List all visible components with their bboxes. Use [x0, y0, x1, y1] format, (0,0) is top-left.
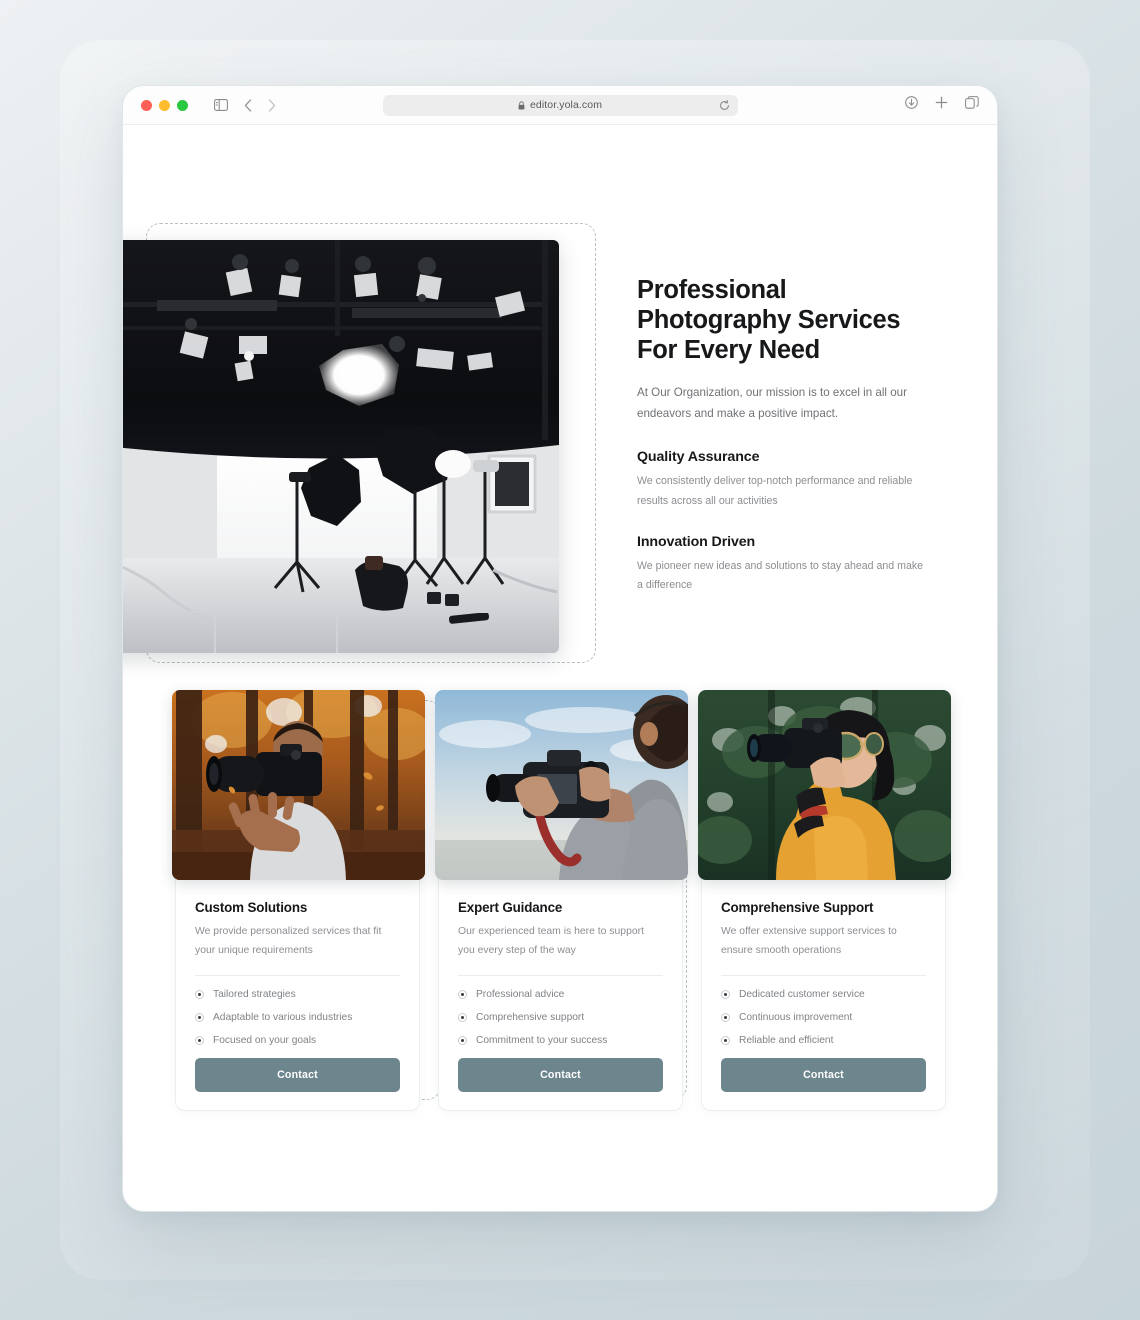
- feature-body: We consistently deliver top-notch perfor…: [637, 475, 913, 508]
- bullet-dot-icon: [458, 1036, 467, 1046]
- card-title: Expert Guidance: [458, 900, 563, 915]
- card-description: Our experienced team is here to support …: [458, 926, 644, 956]
- card-bullet-list: Professional advice Comprehensive suppor…: [458, 989, 663, 1046]
- feature-innovation-driven: Innovation Driven We pioneer new ideas a…: [637, 533, 924, 596]
- feature-body: We pioneer new ideas and solutions to st…: [637, 559, 924, 592]
- card-image-autumn-photographer: [172, 690, 425, 880]
- card-expert-guidance[interactable]: Expert Guidance Our experienced team is …: [435, 690, 688, 1112]
- card-divider: [458, 975, 663, 977]
- bullet-dot-icon: [458, 1013, 467, 1023]
- card-bullet-list: Tailored strategies Adaptable to various…: [195, 989, 400, 1046]
- copy-tabs-icon[interactable]: [965, 96, 979, 114]
- list-item: Comprehensive support: [458, 1012, 663, 1023]
- sidebar-toggle-icon[interactable]: [214, 99, 228, 111]
- card-description: We offer extensive support services to e…: [721, 926, 897, 956]
- list-item: Dedicated customer service: [721, 989, 926, 1000]
- list-item: Adaptable to various industries: [195, 1012, 400, 1023]
- close-window-button[interactable]: [141, 99, 152, 111]
- bullet-label: Professional advice: [476, 989, 565, 1001]
- plus-icon[interactable]: [935, 96, 948, 114]
- minimize-window-button[interactable]: [159, 99, 170, 111]
- list-item: Tailored strategies: [195, 989, 400, 1000]
- card-comprehensive-support[interactable]: Comprehensive Support We offer extensive…: [698, 690, 951, 1112]
- feature-title: Quality Assurance: [637, 449, 760, 466]
- reload-icon[interactable]: [719, 99, 730, 111]
- bullet-label: Continuous improvement: [739, 1012, 853, 1024]
- card-title: Comprehensive Support: [721, 900, 874, 915]
- contact-button[interactable]: Contact: [195, 1058, 400, 1093]
- bullet-dot-icon: [721, 1013, 730, 1023]
- card-title: Custom Solutions: [195, 900, 308, 915]
- bullet-label: Tailored strategies: [213, 989, 296, 1001]
- bullet-label: Reliable and efficient: [739, 1035, 834, 1047]
- card-image-woman-photographer: [698, 690, 951, 880]
- contact-button[interactable]: Contact: [458, 1058, 663, 1093]
- feature-quality-assurance: Quality Assurance We consistently delive…: [637, 449, 922, 511]
- bullet-label: Adaptable to various industries: [213, 1012, 353, 1024]
- feature-title: Innovation Driven: [637, 533, 756, 550]
- hero-subtitle: At Our Organization, our mission is to e…: [637, 386, 907, 421]
- list-item: Focused on your goals: [195, 1035, 400, 1046]
- url-text: editor.yola.com: [529, 99, 603, 111]
- bullet-dot-icon: [195, 1013, 204, 1023]
- browser-toolbar: editor.yola.com: [123, 86, 997, 125]
- card-divider: [195, 975, 400, 977]
- list-item: Continuous improvement: [721, 1012, 926, 1023]
- download-icon[interactable]: [905, 96, 918, 114]
- website-canvas: Professional Photography Services For Ev…: [123, 125, 997, 1211]
- card-description: We provide personalized services that fi…: [195, 926, 382, 956]
- window-traffic-lights[interactable]: [141, 99, 188, 111]
- hero-copy: Professional Photography Services For Ev…: [637, 275, 924, 596]
- lock-icon: [518, 100, 525, 110]
- browser-window: editor.yola.com Professional Photography…: [122, 85, 998, 1212]
- bullet-dot-icon: [721, 1036, 730, 1046]
- address-bar[interactable]: editor.yola.com: [382, 94, 738, 116]
- list-item: Reliable and efficient: [721, 1035, 926, 1046]
- list-item: Commitment to your success: [458, 1035, 663, 1046]
- card-image-sky-photographer: [435, 690, 688, 880]
- forward-arrow-icon[interactable]: [268, 98, 276, 112]
- list-item: Professional advice: [458, 989, 663, 1000]
- page-title: Professional Photography Services For Ev…: [637, 276, 901, 365]
- bullet-dot-icon: [458, 990, 467, 1000]
- bullet-dot-icon: [195, 990, 204, 1000]
- service-cards-row: Custom Solutions We provide personalized…: [172, 690, 951, 1112]
- card-custom-solutions[interactable]: Custom Solutions We provide personalized…: [172, 690, 425, 1112]
- contact-button[interactable]: Contact: [721, 1058, 926, 1093]
- bullet-dot-icon: [195, 1036, 204, 1046]
- bullet-label: Focused on your goals: [213, 1035, 317, 1047]
- card-divider: [721, 975, 926, 977]
- back-arrow-icon[interactable]: [244, 98, 252, 112]
- bullet-label: Dedicated customer service: [739, 989, 865, 1001]
- bullet-dot-icon: [721, 990, 730, 1000]
- bullet-label: Comprehensive support: [476, 1012, 585, 1024]
- hero-image: [123, 240, 559, 653]
- card-bullet-list: Dedicated customer service Continuous im…: [721, 989, 926, 1046]
- maximize-window-button[interactable]: [177, 99, 188, 111]
- bullet-label: Commitment to your success: [476, 1035, 608, 1047]
